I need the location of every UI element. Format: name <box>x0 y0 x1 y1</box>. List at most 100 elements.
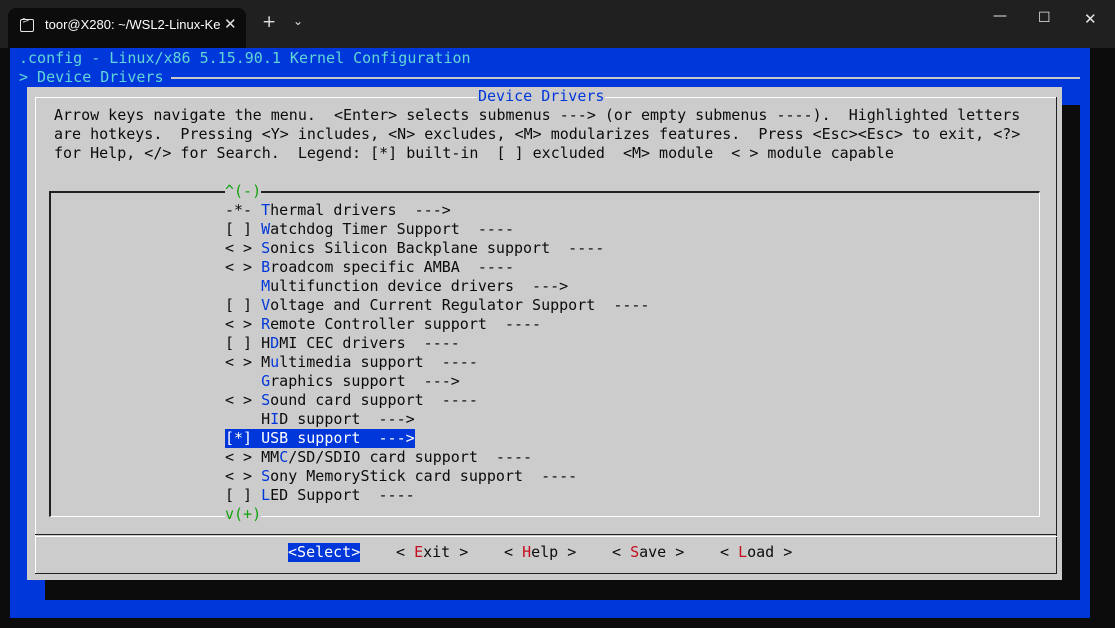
menu-item-hotkey: S <box>261 467 271 485</box>
button-bracket: < <box>396 543 415 561</box>
dialog-title: Device Drivers <box>477 87 606 106</box>
menu-item-label: ultifunction device drivers ---> <box>270 277 569 295</box>
menu-item[interactable]: < > Broadcom specific AMBA ---- <box>225 258 514 277</box>
menu-item-label: H <box>261 334 271 352</box>
menu-item-hotkey: D <box>270 334 280 352</box>
button-bracket: < <box>288 543 298 561</box>
button-bracket: > <box>774 543 793 561</box>
title-bar: toor@X280: ~/WSL2-Linux-Ke ✕ + ⌄ — ☐ ✕ <box>0 0 1115 48</box>
menu-item-state: -*- <box>225 201 262 219</box>
menu-item-label: hermal drivers ---> <box>270 201 451 219</box>
menu-item-state: [ ] <box>225 296 262 314</box>
scroll-down-indicator: v(+) <box>225 505 262 524</box>
help-button[interactable]: < Help > <box>504 543 576 562</box>
menu-item-state <box>225 410 261 428</box>
load-button[interactable]: < Load > <box>720 543 792 562</box>
button-bracket: > <box>450 543 469 561</box>
menu-item-hotkey: u <box>270 353 280 371</box>
menu-item-hotkey: S <box>261 391 271 409</box>
save-button[interactable]: < Save > <box>612 543 684 562</box>
scroll-up-indicator: ^(-) <box>225 182 262 201</box>
menu-item[interactable]: HID support ---> <box>225 410 415 429</box>
menu-item-label: atchdog Timer Support ---- <box>270 220 514 238</box>
button-bracket: > <box>666 543 685 561</box>
button-label: ave <box>639 543 667 561</box>
close-icon[interactable]: ✕ <box>224 15 237 33</box>
menu-item-label: emote Controller support ---- <box>270 315 542 333</box>
exit-button[interactable]: < Exit > <box>396 543 468 562</box>
menu-item[interactable]: [ ] Watchdog Timer Support ---- <box>225 220 514 239</box>
menu-item[interactable]: [ ] HDMI CEC drivers ---- <box>225 334 460 353</box>
button-hotkey: L <box>738 543 748 561</box>
button-hotkey: S <box>297 543 307 561</box>
menu-item-state: [ ] <box>225 220 262 238</box>
button-separator <box>35 534 1057 535</box>
menu-item-state <box>225 372 261 390</box>
menu-item[interactable]: Graphics support ---> <box>225 372 460 391</box>
menu-item-hotkey: G <box>261 372 271 390</box>
chevron-down-icon[interactable]: ⌄ <box>293 14 303 28</box>
button-bracket: < <box>720 543 739 561</box>
menu-item[interactable]: < > Multimedia support ---- <box>225 353 478 372</box>
menu-item-hotkey: C <box>279 448 289 466</box>
menu-item-label: ony MemoryStick card support ---- <box>270 467 578 485</box>
button-hotkey: E <box>414 543 424 561</box>
breadcrumb: > Device Drivers <box>19 68 173 86</box>
menu-item[interactable]: [ ] Voltage and Current Regulator Suppor… <box>225 296 649 315</box>
menu-item-state: < > <box>225 353 262 371</box>
terminal-icon <box>20 16 34 32</box>
menu-item-label: raphics support ---> <box>270 372 460 390</box>
menu-item-hotkey: U <box>261 429 271 447</box>
menu-item-state: [ ] <box>225 486 262 504</box>
button-bracket: > <box>558 543 577 561</box>
menu-item[interactable]: < > Sound card support ---- <box>225 391 478 410</box>
button-bracket: > <box>351 543 361 561</box>
minimize-icon[interactable]: — <box>993 8 1007 24</box>
dialog-border-left <box>35 97 36 574</box>
menu-item-label: D support ---> <box>279 410 415 428</box>
menu-item[interactable]: < > MMC/SD/SDIO card support ---- <box>225 448 532 467</box>
menu-item-label: ED Support ---- <box>270 486 415 504</box>
menu-item-hotkey: L <box>261 486 271 504</box>
menu-item-state: < > <box>225 467 262 485</box>
window-close-icon[interactable]: ✕ <box>1084 10 1097 28</box>
menu-item[interactable]: -*- Thermal drivers ---> <box>225 201 451 220</box>
menu-item-state <box>225 277 261 295</box>
menu-item-state: < > <box>225 239 262 257</box>
menu-item[interactable]: [ ] LED Support ---- <box>225 486 415 505</box>
help-line-3: for Help, </> for Search. Legend: [*] bu… <box>54 144 894 162</box>
select-button[interactable]: <Select> <box>288 543 361 562</box>
menu-item-state: < > <box>225 391 262 409</box>
button-label: elect <box>306 543 352 561</box>
menu-item-label: oltage and Current Regulator Support ---… <box>270 296 650 314</box>
breadcrumb-rule <box>171 77 1080 79</box>
menu-item-hotkey: I <box>270 410 280 428</box>
menu-item-hotkey: R <box>261 315 271 333</box>
help-line-2: are hotkeys. Pressing <Y> includes, <N> … <box>54 125 1021 143</box>
menu-item[interactable]: < > Sony MemoryStick card support ---- <box>225 467 577 486</box>
maximize-icon[interactable]: ☐ <box>1038 10 1051 26</box>
menu-item-label: M <box>261 353 271 371</box>
menu-item-label: MM <box>261 448 280 466</box>
menu-item[interactable]: < > Remote Controller support ---- <box>225 315 541 334</box>
button-hotkey: S <box>630 543 640 561</box>
new-tab-icon[interactable]: + <box>262 12 276 32</box>
menu-item-hotkey: S <box>261 239 271 257</box>
menu-item-label: roadcom specific AMBA ---- <box>270 258 514 276</box>
menu-item-label: ound card support ---- <box>270 391 478 409</box>
dialog-border-right <box>1056 97 1057 574</box>
menu-item-state: [ ] <box>225 334 262 352</box>
menu-item[interactable]: Multifunction device drivers ---> <box>225 277 568 296</box>
menu-item-hotkey: T <box>261 201 271 219</box>
terminal-tab[interactable]: toor@X280: ~/WSL2-Linux-Ke ✕ <box>8 8 246 48</box>
menu-item-selected[interactable]: [*] USB support ---> <box>225 429 415 448</box>
menu-item-label: /SD/SDIO card support ---- <box>288 448 533 466</box>
dialog-shadow-bottom <box>45 580 1080 600</box>
menu-item-label: H <box>261 410 271 428</box>
button-label: elp <box>531 543 559 561</box>
config-title: .config - Linux/x86 5.15.90.1 Kernel Con… <box>19 49 471 67</box>
menu-item-hotkey: B <box>261 258 271 276</box>
button-hotkey: H <box>522 543 532 561</box>
menu-item[interactable]: < > Sonics Silicon Backplane support ---… <box>225 239 604 258</box>
button-bracket: < <box>504 543 523 561</box>
